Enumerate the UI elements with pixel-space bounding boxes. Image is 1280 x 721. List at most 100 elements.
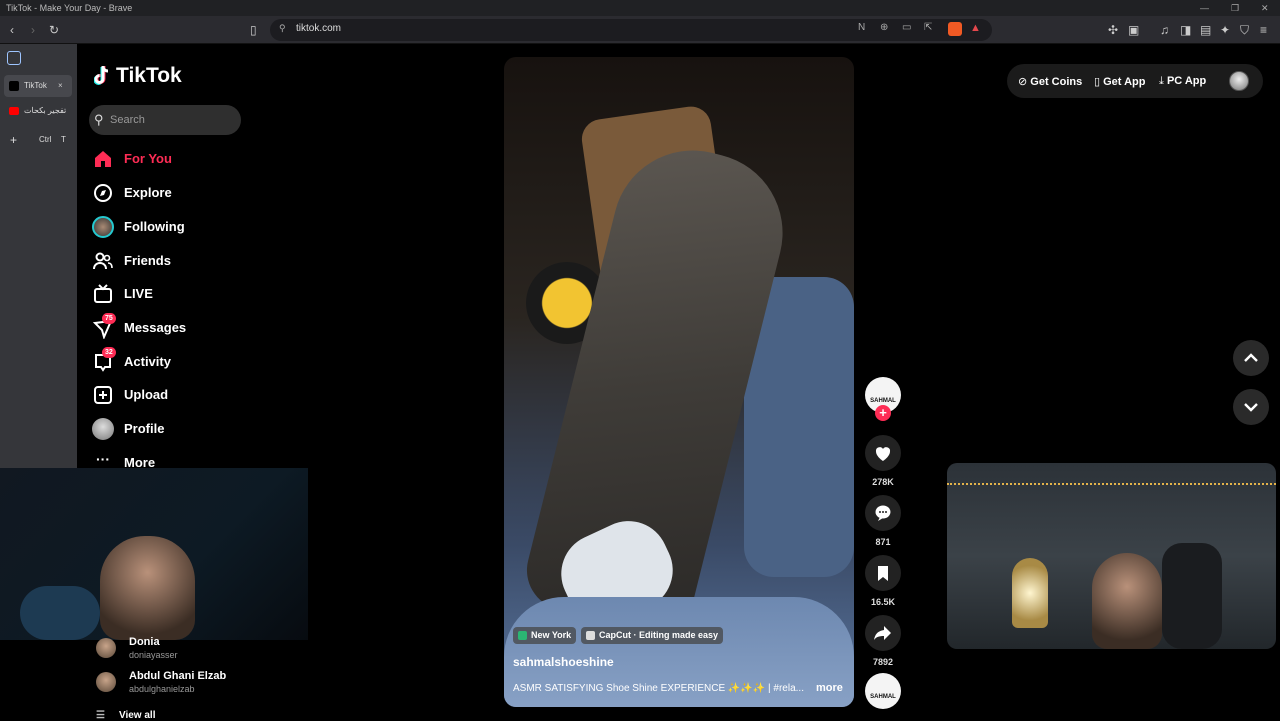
share-icon[interactable]: ⇱ (924, 22, 932, 33)
leo-ai-icon[interactable]: ✦ (1220, 21, 1230, 39)
save-count: 16.5K (870, 597, 896, 607)
forward-icon[interactable]: › (31, 21, 35, 39)
zoom-icon[interactable]: ⊕ (880, 22, 888, 33)
pc-app-button[interactable]: ⤓ PC App (1159, 75, 1206, 88)
sidebar-panel-icon[interactable] (7, 51, 21, 65)
back-icon[interactable]: ‹ (10, 21, 14, 39)
nav-label: Upload (124, 387, 169, 402)
pc-app-label: PC App (1166, 75, 1207, 87)
video-player[interactable]: New York CapCut · Editing made easy sahm… (504, 57, 854, 707)
nav-friends[interactable]: Friends (92, 248, 252, 274)
brave-rewards-icon[interactable]: ▲ (970, 22, 981, 34)
follow-plus-button[interactable]: + (875, 405, 891, 421)
menu-icon[interactable]: ≡ (1260, 21, 1267, 39)
vertical-tab-strip: TikTok × تفجير بكحات + Ctrl T (0, 44, 77, 468)
music-disc-avatar[interactable]: SAHMAL (865, 673, 901, 709)
tab-label: TikTok (24, 81, 47, 90)
heart-icon (875, 447, 891, 461)
new-tab-button[interactable]: + Ctrl T (4, 129, 72, 151)
nav-live[interactable]: LIVE (92, 281, 252, 307)
nav-label: Profile (124, 421, 165, 436)
tab-youtube[interactable]: تفجير بكحات (4, 100, 72, 122)
coin-icon: ⊘ (1018, 76, 1028, 88)
nav-label: Friends (124, 253, 171, 268)
vpn-icon[interactable]: ⛉ (1240, 21, 1249, 39)
following-account[interactable]: Abdul Ghani Elzab abdulghanielzab (96, 670, 256, 696)
youtube-favicon-icon (9, 107, 19, 115)
save-button[interactable] (865, 555, 901, 591)
close-tab-icon[interactable]: × (58, 75, 63, 97)
search-placeholder: Search (110, 114, 145, 126)
capcut-chip[interactable]: CapCut · Editing made easy (581, 627, 724, 644)
get-app-button[interactable]: ▯ Get App (1094, 75, 1146, 88)
minimize-icon[interactable]: — (1200, 0, 1209, 16)
window-titlebar: TikTok - Make Your Day - Brave (0, 0, 1280, 16)
sidebar-toggle-icon[interactable]: ◨ (1180, 21, 1191, 39)
lantern (1012, 558, 1048, 628)
webcam-overlay-left (0, 468, 308, 640)
get-coins-button[interactable]: ⊘ Get Coins (1018, 75, 1082, 88)
tiktok-logo-text[interactable]: TikTok (116, 64, 182, 88)
creator-badge-text: SAHMAL (870, 694, 896, 700)
comment-button[interactable] (865, 495, 901, 531)
translate-icon[interactable]: N (858, 22, 865, 33)
nav-profile[interactable]: Profile (92, 416, 252, 442)
account-name: Abdul Ghani Elzab (129, 670, 227, 682)
home-icon (95, 151, 111, 167)
reload-icon[interactable]: ↻ (49, 21, 59, 39)
tab-search-icon[interactable]: ▣ (1128, 21, 1139, 39)
media-icon[interactable]: ♫ (1160, 21, 1169, 39)
video-author[interactable]: sahmalshoeshine (513, 655, 614, 669)
bookmark-icon (878, 566, 888, 581)
address-bar[interactable]: ⚲ tiktok.com N ⊕ ▭ ⇱ ▲ (270, 19, 992, 41)
following-account[interactable]: Donia doniayasser (96, 636, 256, 662)
close-window-icon[interactable]: ✕ (1261, 0, 1269, 16)
get-coins-label: Get Coins (1030, 76, 1083, 88)
share-button[interactable] (865, 615, 901, 651)
nav-messages[interactable]: 75 Messages (92, 313, 252, 341)
nav-upload[interactable]: Upload (92, 382, 252, 408)
streamer-face-right (1092, 553, 1162, 649)
capcut-icon (586, 631, 595, 640)
account-name: Donia (129, 636, 160, 648)
streamer-face (100, 536, 195, 640)
nav-for-you[interactable]: For You (92, 146, 252, 172)
tiktok-favicon-icon (9, 81, 19, 91)
next-video-button[interactable] (1233, 389, 1269, 425)
bookmark-icon[interactable]: ▯ (250, 21, 257, 39)
compass-icon (94, 184, 112, 202)
more-link[interactable]: more (816, 682, 843, 694)
tab-tiktok[interactable]: TikTok × (4, 75, 72, 97)
cast-icon[interactable]: ▭ (902, 22, 911, 33)
site-info-icon[interactable]: ⚲ (279, 23, 286, 34)
creator-badge-text: SAHMAL (870, 398, 896, 404)
view-all-link[interactable]: ☰ View all (96, 710, 155, 721)
chair (20, 586, 100, 640)
wallet-icon[interactable]: ▤ (1200, 21, 1211, 39)
location-chip[interactable]: New York (513, 627, 577, 644)
nav-explore[interactable]: Explore (92, 180, 252, 206)
messages-badge: 75 (102, 313, 116, 324)
restore-icon[interactable]: ❐ (1231, 0, 1239, 16)
nav-activity[interactable]: 32 Activity (92, 347, 252, 375)
plus-icon: + (10, 133, 18, 147)
url-text[interactable]: tiktok.com (296, 23, 341, 34)
friends-icon (93, 252, 113, 270)
profile-avatar-icon (92, 418, 114, 440)
nav-following[interactable]: Following (92, 214, 252, 240)
like-button[interactable] (865, 435, 901, 471)
brave-shields-icon[interactable] (948, 22, 962, 36)
chevron-down-icon (1244, 403, 1258, 412)
account-username: abdulghanielzab (129, 684, 195, 694)
tiktok-logo-icon[interactable] (94, 65, 112, 87)
extensions-icon[interactable]: ✣ (1108, 21, 1118, 39)
previous-video-button[interactable] (1233, 340, 1269, 376)
live-tv-icon (94, 284, 112, 303)
location-label: New York (531, 630, 572, 640)
share-count: 7892 (872, 657, 894, 667)
header-actions: ⊘ Get Coins ▯ Get App ⤓ PC App (1007, 64, 1263, 98)
user-avatar[interactable] (1229, 71, 1249, 91)
search-input[interactable]: ⚲ Search (89, 105, 241, 135)
webcam-overlay-right (947, 463, 1276, 649)
window-title: TikTok - Make Your Day - Brave (6, 3, 133, 13)
